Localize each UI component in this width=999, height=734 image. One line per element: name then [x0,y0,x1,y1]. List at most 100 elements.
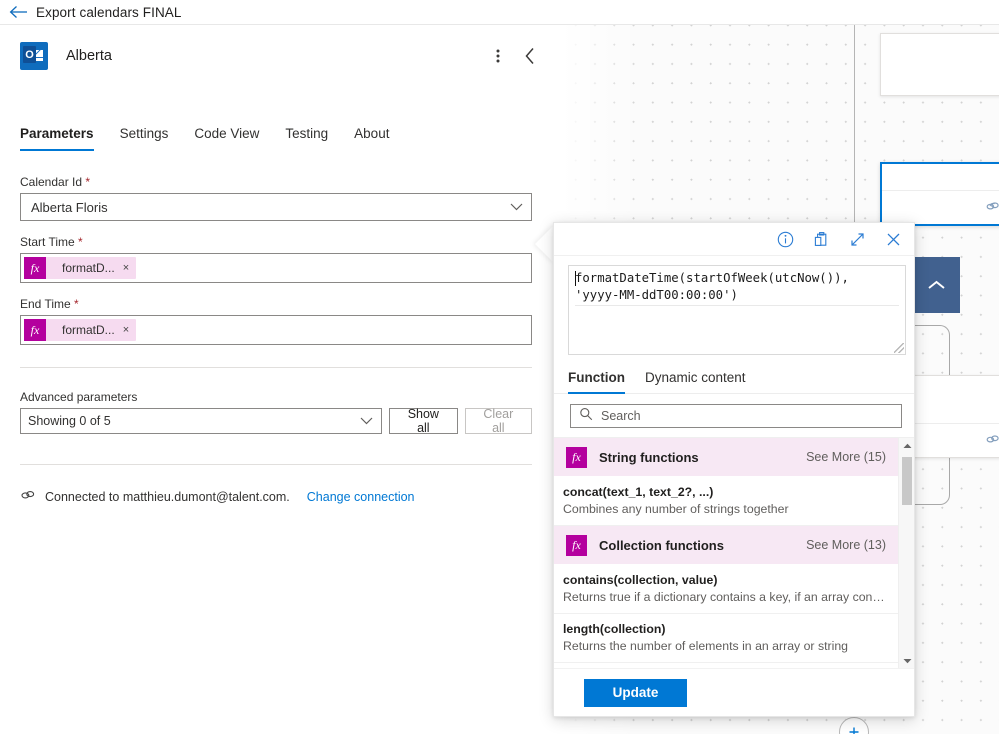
expression-token[interactable]: fx formatD... × [24,257,137,279]
calendar-id-value: Alberta Floris [31,199,108,215]
calendar-id-combobox[interactable]: Alberta Floris [20,193,532,221]
flow-card-row [882,190,999,224]
start-time-input[interactable]: fx formatD... × [20,253,532,283]
function-signature: length(collection) [563,622,666,636]
token-label: formatD... [62,261,115,275]
function-item-contains[interactable]: contains(collection, value) Returns true… [554,565,898,614]
end-time-label-text: End Time [20,297,71,311]
required-marker: * [74,297,79,311]
see-more-link[interactable]: See More (15) [806,450,886,464]
see-more-link[interactable]: See More (13) [806,538,886,552]
group-name: Collection functions [599,537,724,553]
flow-card-top[interactable] [880,33,999,96]
top-bar: Export calendars FINAL [0,0,999,25]
flyout-beak [535,225,554,263]
pane-tabs: Parameters Settings Code View Testing Ab… [20,120,402,151]
end-time-label: End Time * [20,297,532,311]
fx-icon: fx [24,319,46,341]
required-marker: * [78,235,83,249]
flyout-header [554,223,914,256]
info-icon[interactable] [774,228,796,250]
expand-icon[interactable] [846,228,868,250]
search-wrap: Search [554,394,914,437]
function-item-sort[interactable]: sort(collection) Returns an array sorted… [554,663,898,668]
link-icon [20,489,36,504]
tab-dynamic-content[interactable]: Dynamic content [635,366,756,393]
more-options-button[interactable] [482,40,514,72]
function-list-inner: fx String functions See More (15) concat… [554,438,898,668]
link-icon [985,199,999,217]
divider [20,464,532,465]
tab-testing[interactable]: Testing [272,120,341,151]
divider [20,367,532,368]
token-remove-icon[interactable]: × [123,262,136,274]
scroll-down-icon[interactable] [899,653,914,668]
chevron-up-icon [927,280,945,289]
advanced-parameters-combobox[interactable]: Showing 0 of 5 [20,408,382,434]
connection-text: Connected to matthieu.dumont@talent.com. [45,489,290,504]
expression-text: formatDateTime(startOfWeek(utcNow()), 'y… [575,270,899,306]
function-list[interactable]: fx String functions See More (15) concat… [554,437,914,668]
app-root: O Alberta Parameters Settings Code View … [0,0,999,734]
parameters-form: Calendar Id * Alberta Floris Start Time … [20,175,532,504]
scrollbar-thumb[interactable] [902,457,912,505]
function-list-scrollbar[interactable] [898,438,914,668]
more-vertical-icon [496,49,500,63]
chevron-down-icon [360,417,373,425]
show-all-button[interactable]: Show all [389,407,458,435]
function-description: Returns true if a dictionary contains a … [563,590,886,604]
close-icon[interactable] [882,228,904,250]
flyout-tabs: Function Dynamic content [554,359,914,394]
function-item-concat[interactable]: concat(text_1, text_2?, ...) Combines an… [554,477,898,526]
function-signature: concat(text_1, text_2?, ...) [563,485,714,499]
function-search-box[interactable]: Search [570,404,902,428]
function-signature: contains(collection, value) [563,573,718,587]
flow-card-selected[interactable] [880,162,999,226]
plus-icon [849,727,859,734]
start-time-label-text: Start Time [20,235,75,249]
function-group-string[interactable]: fx String functions See More (15) [554,438,898,477]
outlook-icon: O [20,42,48,70]
advanced-parameters-row: Showing 0 of 5 Show all Clear all [20,407,532,435]
collapse-pane-button[interactable] [514,40,546,72]
advanced-parameters-label: Advanced parameters [20,390,138,404]
tab-parameters[interactable]: Parameters [20,120,107,151]
outlook-o-letter: O [23,46,36,63]
expression-editor-flyout: formatDateTime(startOfWeek(utcNow()), 'y… [553,222,915,717]
advanced-parameters-value: Showing 0 of 5 [28,414,111,428]
function-item-length[interactable]: length(collection) Returns the number of… [554,614,898,663]
tab-settings[interactable]: Settings [107,120,182,151]
tab-function[interactable]: Function [568,366,635,394]
flow-collapse-button[interactable] [912,257,960,313]
clipboard-icon[interactable] [810,228,832,250]
text-caret [575,271,576,286]
group-name: String functions [599,449,699,465]
add-node-button[interactable] [839,717,869,734]
fx-icon: fx [24,257,46,279]
start-time-label: Start Time * [20,235,532,249]
update-button[interactable]: Update [584,678,687,707]
calendar-id-label-text: Calendar Id [20,175,83,189]
function-group-collection[interactable]: fx Collection functions See More (13) [554,526,898,565]
expression-token[interactable]: fx formatD... × [24,319,137,341]
expression-editor[interactable]: formatDateTime(startOfWeek(utcNow()), 'y… [568,265,906,355]
action-details-pane: O Alberta Parameters Settings Code View … [0,25,560,734]
calendar-id-label: Calendar Id * [20,175,532,189]
tab-code-view[interactable]: Code View [181,120,272,151]
fx-icon: fx [566,446,587,468]
pane-header: O Alberta [0,25,560,87]
fx-icon: fx [566,534,587,556]
arrow-left-icon [9,6,27,18]
link-icon [985,432,999,450]
token-label: formatD... [62,323,115,337]
flyout-footer: Update [554,668,914,716]
chevron-left-icon [525,48,534,64]
scroll-up-icon[interactable] [899,438,914,453]
resize-grip[interactable] [894,343,904,353]
end-time-input[interactable]: fx formatD... × [20,315,532,345]
token-remove-icon[interactable]: × [123,324,136,336]
tab-about[interactable]: About [341,120,402,151]
clear-all-button: Clear all [464,407,532,435]
change-connection-link[interactable]: Change connection [307,490,415,504]
back-button[interactable] [0,0,36,24]
